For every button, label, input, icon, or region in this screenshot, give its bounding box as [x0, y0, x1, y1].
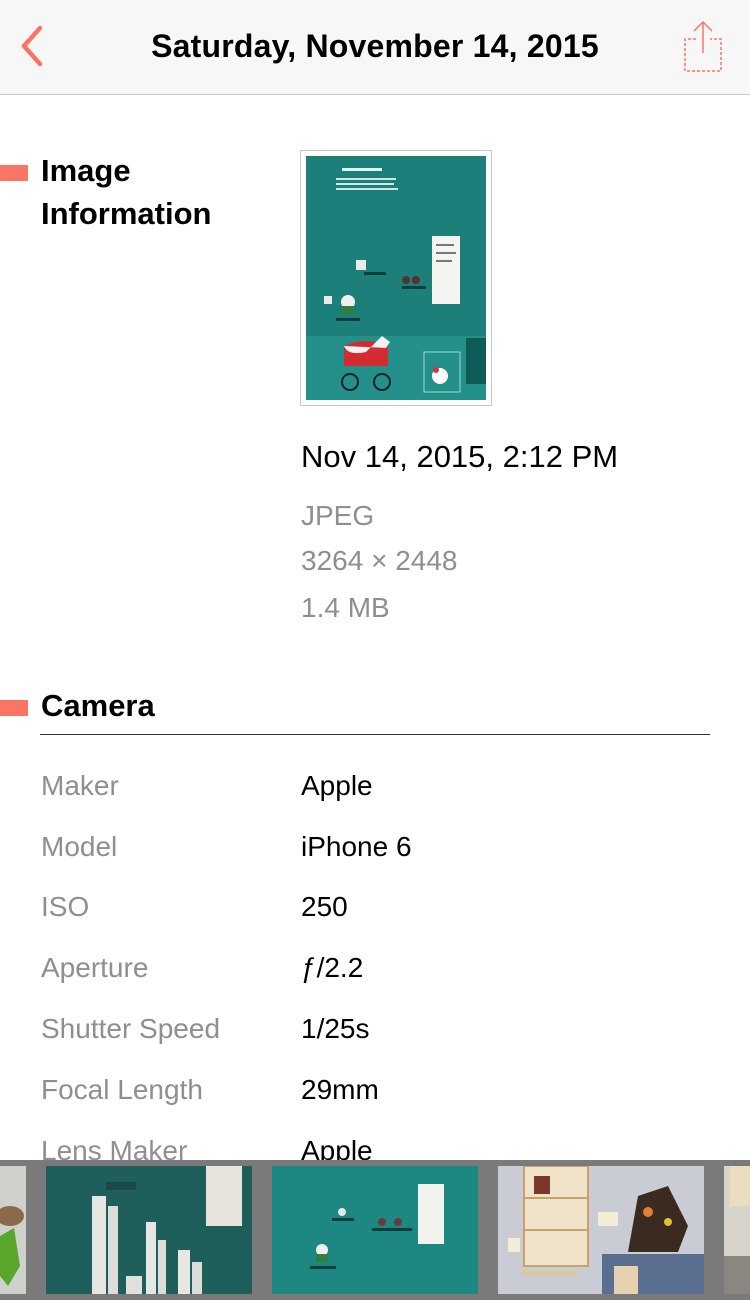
- section-title-image-information: Image Information: [41, 153, 212, 231]
- camera-row-value: 250: [301, 891, 348, 922]
- info-content[interactable]: Image Information Nov 14, 2015, 2:12 PM …: [0, 96, 750, 1160]
- camera-row-label: Lens Maker: [41, 1135, 188, 1160]
- filmstrip-thumbnail[interactable]: [272, 1166, 478, 1294]
- navigation-bar: Saturday, November 14, 2015: [0, 0, 750, 95]
- camera-row-label: Maker: [41, 770, 119, 801]
- filmstrip-thumbnail[interactable]: [724, 1166, 750, 1294]
- photo-file-size: 1.4 MB: [301, 592, 390, 623]
- teal-wall-exhibit-image: [272, 1166, 478, 1294]
- shelf-display-exhibit-image: [498, 1166, 704, 1294]
- exhibit-figure-image: [0, 1166, 26, 1294]
- camera-row-value: ƒ/2.2: [301, 952, 364, 983]
- camera-row-value: 1/25s: [301, 1013, 370, 1044]
- camera-row-label: Aperture: [41, 952, 149, 983]
- filmstrip[interactable]: [0, 1160, 750, 1300]
- page-title: Saturday, November 14, 2015: [151, 28, 599, 64]
- section-marker: [0, 700, 28, 716]
- photo-dimensions: 3264 × 2448: [301, 545, 458, 576]
- back-button[interactable]: [10, 22, 54, 74]
- camera-row-value: iPhone 6: [301, 831, 412, 862]
- section-marker: [0, 165, 28, 181]
- camera-row-value: Apple: [301, 770, 373, 801]
- share-icon: [682, 19, 724, 78]
- share-button[interactable]: [678, 20, 728, 76]
- section-title-camera: Camera: [41, 688, 155, 723]
- photo-thumbnail[interactable]: [300, 150, 492, 406]
- filmstrip-thumbnail[interactable]: [0, 1166, 26, 1294]
- photo-format: JPEG: [301, 500, 375, 531]
- camera-row-value: Apple: [301, 1135, 373, 1160]
- filmstrip-thumbnail[interactable]: [498, 1166, 704, 1294]
- partial-exhibit-image: [724, 1166, 750, 1294]
- camera-row-label: ISO: [41, 891, 90, 922]
- camera-row-value: 29mm: [301, 1074, 379, 1105]
- filmstrip-thumbnail[interactable]: [46, 1166, 252, 1294]
- chevron-left-icon: [18, 24, 46, 73]
- photo-datetime: Nov 14, 2015, 2:12 PM: [301, 439, 619, 474]
- camera-row-label: Focal Length: [41, 1074, 203, 1105]
- camera-row-label: Model: [41, 831, 118, 862]
- exhibit-photo-image: [306, 156, 486, 400]
- camera-row-label: Shutter Speed: [41, 1013, 221, 1044]
- section-divider: [40, 734, 710, 735]
- white-towers-exhibit-image: [46, 1166, 252, 1294]
